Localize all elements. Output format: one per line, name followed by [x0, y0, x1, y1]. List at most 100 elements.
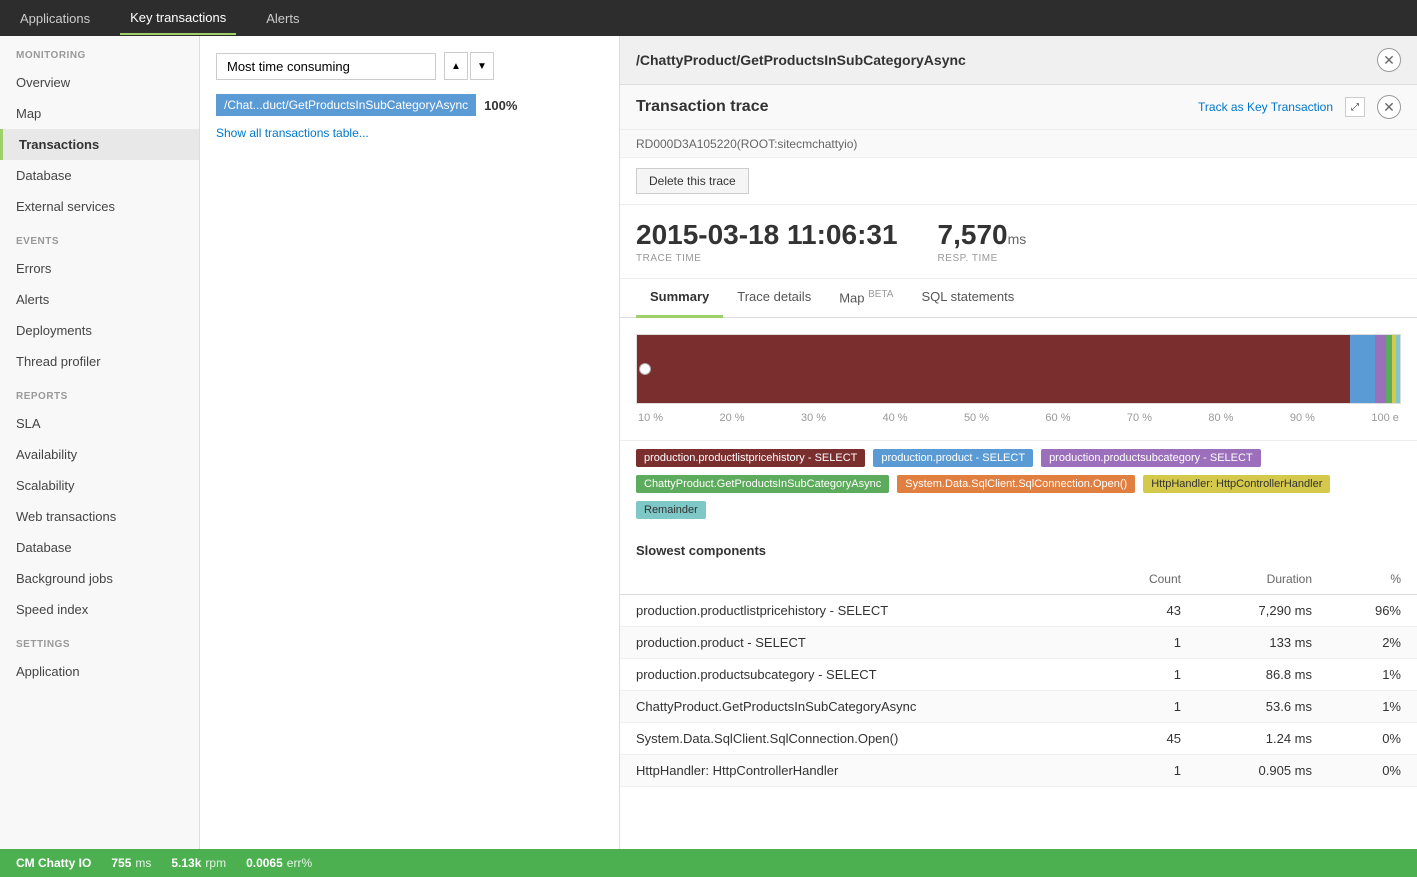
status-app-name: CM Chatty IO — [16, 856, 91, 870]
nav-alerts[interactable]: Alerts — [256, 3, 309, 34]
sidebar-item-transactions[interactable]: Transactions — [0, 129, 199, 160]
tick-80: 80 % — [1208, 412, 1233, 424]
tab-summary[interactable]: Summary — [636, 279, 723, 318]
status-err-unit: err% — [287, 856, 312, 870]
status-err-value: 0.0065 — [246, 856, 283, 870]
sidebar-item-alerts[interactable]: Alerts — [0, 284, 199, 315]
timeline-area: 10 % 20 % 30 % 40 % 50 % 60 % 70 % 80 % … — [620, 318, 1417, 441]
filter-arrows: ▲ ▼ — [444, 52, 494, 80]
timeline-bar-productsubcategory — [1375, 335, 1386, 403]
trace-close-button[interactable]: ✕ — [1377, 48, 1401, 72]
tick-40: 40 % — [882, 412, 907, 424]
status-metric-rpm: 5.13k rpm — [171, 856, 226, 870]
content-area: Most time consumingSlowest average respo… — [200, 36, 1417, 877]
trace-inner-close-button[interactable]: ✕ — [1377, 95, 1401, 119]
tab-map[interactable]: Map BETA — [825, 279, 907, 318]
show-all-link[interactable]: Show all transactions table... — [216, 126, 603, 140]
filter-select[interactable]: Most time consumingSlowest average respo… — [216, 53, 436, 80]
status-rpm-value: 5.13k — [171, 856, 201, 870]
delete-trace-button[interactable]: Delete this trace — [636, 168, 749, 194]
settings-section-label: SETTINGS — [0, 625, 199, 656]
trace-subheader: Transaction trace Track as Key Transacti… — [620, 85, 1417, 130]
transaction-bar-pct: 100% — [484, 98, 517, 113]
legend-area: production.productlistpricehistory - SEL… — [620, 441, 1417, 531]
trace-id: RD000D3A105220(ROOT:sitecmchattyio) — [636, 137, 857, 151]
track-as-key-transaction-link[interactable]: Track as Key Transaction — [1198, 100, 1333, 114]
delete-trace-area: Delete this trace — [620, 158, 1417, 205]
row-duration-1: 133 ms — [1197, 627, 1328, 659]
row-count-1: 1 — [1099, 627, 1197, 659]
table-row: production.productlistpricehistory - SEL… — [620, 595, 1417, 627]
col-header-duration: Duration — [1197, 564, 1328, 595]
arrow-down-btn[interactable]: ▼ — [470, 52, 494, 80]
trace-title: /ChattyProduct/GetProductsInSubCategoryA… — [636, 52, 966, 68]
sidebar-item-database[interactable]: Database — [0, 160, 199, 191]
resp-time-metric: 7,570ms RESP. TIME — [938, 219, 1027, 264]
sidebar-item-scalability[interactable]: Scalability — [0, 470, 199, 501]
legend-productlistprice: production.productlistpricehistory - SEL… — [636, 449, 865, 467]
row-duration-0: 7,290 ms — [1197, 595, 1328, 627]
sidebar-item-speed-index[interactable]: Speed index — [0, 594, 199, 625]
left-panel: Most time consumingSlowest average respo… — [200, 36, 620, 877]
expand-button[interactable]: ⤢ — [1345, 97, 1365, 117]
table-row: ChattyProduct.GetProductsInSubCategoryAs… — [620, 691, 1417, 723]
timeline-bar-product — [1350, 335, 1374, 403]
row-count-5: 1 — [1099, 755, 1197, 787]
sidebar-item-thread-profiler[interactable]: Thread profiler — [0, 346, 199, 377]
sidebar-item-availability[interactable]: Availability — [0, 439, 199, 470]
sidebar-item-background-jobs[interactable]: Background jobs — [0, 563, 199, 594]
status-metric-err: 0.0065 err% — [246, 856, 312, 870]
row-pct-4: 0% — [1328, 723, 1417, 755]
col-header-pct: % — [1328, 564, 1417, 595]
arrow-up-btn[interactable]: ▲ — [444, 52, 468, 80]
row-pct-3: 1% — [1328, 691, 1417, 723]
transaction-bar-label[interactable]: /Chat...duct/GetProductsInSubCategoryAsy… — [216, 94, 476, 116]
row-pct-0: 96% — [1328, 595, 1417, 627]
transaction-bar-row: /Chat...duct/GetProductsInSubCategoryAsy… — [216, 94, 603, 116]
trace-time-label: TRACE TIME — [636, 253, 898, 264]
trace-time-metric: 2015-03-18 11:06:31 TRACE TIME — [636, 219, 898, 264]
nav-applications[interactable]: Applications — [10, 3, 100, 34]
row-name-3: ChattyProduct.GetProductsInSubCategoryAs… — [620, 691, 1099, 723]
transaction-trace-label: Transaction trace — [636, 98, 769, 116]
tick-20: 20 % — [719, 412, 744, 424]
tick-90: 90 % — [1290, 412, 1315, 424]
row-count-4: 45 — [1099, 723, 1197, 755]
status-ms-unit: ms — [135, 856, 151, 870]
trace-header: /ChattyProduct/GetProductsInSubCategoryA… — [620, 36, 1417, 85]
row-name-2: production.productsubcategory - SELECT — [620, 659, 1099, 691]
sidebar-item-sla[interactable]: SLA — [0, 408, 199, 439]
legend-sqlconnection: System.Data.SqlClient.SqlConnection.Open… — [897, 475, 1135, 493]
timeline-track — [636, 334, 1401, 404]
sidebar-item-web-transactions[interactable]: Web transactions — [0, 501, 199, 532]
legend-chattyproduct: ChattyProduct.GetProductsInSubCategoryAs… — [636, 475, 889, 493]
sidebar-item-errors[interactable]: Errors — [0, 253, 199, 284]
table-row: production.product - SELECT 1 133 ms 2% — [620, 627, 1417, 659]
timeline-ticks: 10 % 20 % 30 % 40 % 50 % 60 % 70 % 80 % … — [636, 412, 1401, 424]
filter-row: Most time consumingSlowest average respo… — [216, 52, 603, 80]
timeline-circle-marker — [639, 363, 651, 375]
tab-trace-details[interactable]: Trace details — [723, 279, 825, 318]
resp-time-unit: ms — [1008, 231, 1027, 247]
events-section-label: EVENTS — [0, 222, 199, 253]
sidebar-item-overview[interactable]: Overview — [0, 67, 199, 98]
sidebar-item-map[interactable]: Map — [0, 98, 199, 129]
sidebar-item-application[interactable]: Application — [0, 656, 199, 687]
row-name-5: HttpHandler: HttpControllerHandler — [620, 755, 1099, 787]
row-name-1: production.product - SELECT — [620, 627, 1099, 659]
resp-time-value: 7,570ms — [938, 219, 1027, 251]
status-rpm-unit: rpm — [205, 856, 226, 870]
monitoring-section-label: MONITORING — [0, 36, 199, 67]
row-pct-2: 1% — [1328, 659, 1417, 691]
sidebar-item-database-report[interactable]: Database — [0, 532, 199, 563]
legend-product: production.product - SELECT — [873, 449, 1033, 467]
row-duration-2: 86.8 ms — [1197, 659, 1328, 691]
row-name-4: System.Data.SqlClient.SqlConnection.Open… — [620, 723, 1099, 755]
tab-sql-statements[interactable]: SQL statements — [907, 279, 1028, 318]
sidebar-item-deployments[interactable]: Deployments — [0, 315, 199, 346]
reports-section-label: REPORTS — [0, 377, 199, 408]
nav-key-transactions[interactable]: Key transactions — [120, 2, 236, 35]
trace-time-value: 2015-03-18 11:06:31 — [636, 219, 898, 251]
sidebar-item-external-services[interactable]: External services — [0, 191, 199, 222]
table-row: production.productsubcategory - SELECT 1… — [620, 659, 1417, 691]
